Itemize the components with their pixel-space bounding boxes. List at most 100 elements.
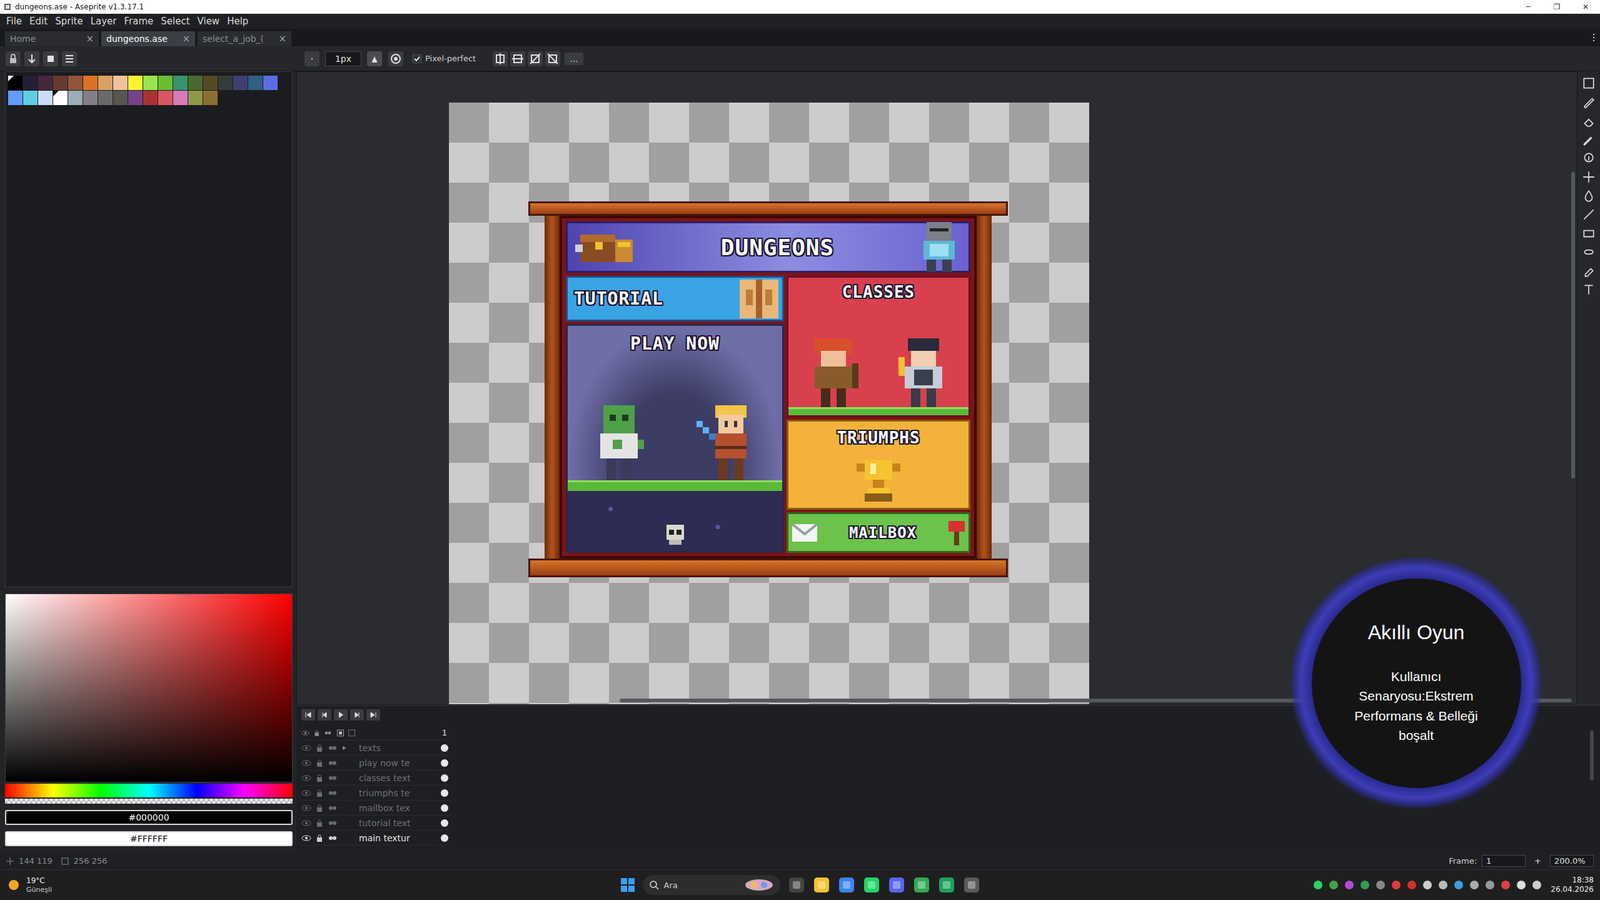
palette-swatch[interactable] xyxy=(23,90,38,106)
lock-icon[interactable] xyxy=(315,788,324,798)
sort-down-icon[interactable] xyxy=(23,50,41,67)
brush-size-field[interactable]: 1px xyxy=(325,51,362,67)
lock-icon[interactable] xyxy=(313,728,321,738)
layer-row[interactable]: main textur xyxy=(301,830,452,846)
tray-icon[interactable] xyxy=(1312,879,1324,891)
previous-frame-icon[interactable] xyxy=(317,709,332,721)
palette-swatch[interactable] xyxy=(113,90,128,106)
document-tab[interactable]: Home× xyxy=(5,31,99,47)
tool-icon[interactable] xyxy=(1581,226,1596,241)
taskbar-app-icon[interactable] xyxy=(862,875,881,894)
lock-icon[interactable] xyxy=(315,803,324,813)
palette-swatch[interactable] xyxy=(98,90,113,106)
tray-icon[interactable] xyxy=(1343,879,1355,891)
link-icon[interactable] xyxy=(327,773,338,783)
palette-swatch[interactable] xyxy=(53,90,68,106)
last-frame-icon[interactable] xyxy=(366,709,381,721)
tool-icon[interactable] xyxy=(1581,207,1596,222)
next-frame-icon[interactable] xyxy=(350,709,364,721)
hue-slider[interactable] xyxy=(5,783,293,798)
continuous-icon[interactable] xyxy=(323,728,333,738)
window-control-button[interactable]: ✕ xyxy=(1571,0,1600,14)
palette-swatch[interactable] xyxy=(128,90,143,106)
menu-item[interactable]: Frame xyxy=(120,15,158,27)
cel[interactable] xyxy=(437,804,452,812)
triumphs-button[interactable]: TRIUMPHS xyxy=(786,419,971,510)
palette-swatch[interactable] xyxy=(98,75,113,91)
palette-swatch[interactable] xyxy=(173,75,188,91)
palette-swatch[interactable] xyxy=(68,75,83,91)
taskbar-app-icon[interactable] xyxy=(937,875,956,894)
tray-icon[interactable] xyxy=(1453,879,1465,891)
tool-icon[interactable] xyxy=(1581,170,1596,184)
palette-swatch[interactable] xyxy=(203,90,218,106)
tab-close-button[interactable]: × xyxy=(181,33,191,45)
vertical-scrollbar[interactable] xyxy=(1571,171,1575,479)
taskbar-search[interactable]: Ara xyxy=(642,874,781,895)
palette-swatch[interactable] xyxy=(233,75,248,91)
palette-swatch[interactable] xyxy=(83,90,98,106)
symmetry-diagonal-icon[interactable] xyxy=(527,50,544,67)
palette-swatch[interactable] xyxy=(158,75,173,91)
brush-type-icon[interactable] xyxy=(303,50,321,67)
eye-icon[interactable] xyxy=(301,774,312,782)
menu-item[interactable]: Select xyxy=(156,15,194,27)
more-button[interactable]: ... xyxy=(564,52,583,66)
palette-swatch[interactable] xyxy=(23,75,38,91)
window-control-button[interactable]: ─ xyxy=(1513,0,1543,14)
tool-icon[interactable] xyxy=(1581,282,1596,297)
tool-icon[interactable] xyxy=(1581,76,1596,91)
tray-icon[interactable] xyxy=(1515,879,1527,891)
tool-icon[interactable] xyxy=(1581,245,1596,259)
link-icon[interactable] xyxy=(327,818,338,828)
tray-icon[interactable] xyxy=(1328,879,1340,891)
onion-skin-icon[interactable] xyxy=(336,727,345,738)
cel[interactable] xyxy=(437,789,452,797)
palette-swatch[interactable] xyxy=(53,75,68,91)
tool-icon[interactable] xyxy=(1581,151,1596,166)
lock-icon[interactable] xyxy=(315,773,324,783)
windows-start-icon[interactable] xyxy=(620,877,636,893)
palette-swatch[interactable] xyxy=(8,90,23,106)
palette-menu-icon[interactable] xyxy=(61,50,78,67)
palette-swatch[interactable] xyxy=(38,75,53,91)
lock-icon[interactable] xyxy=(315,743,324,753)
tab-close-button[interactable]: × xyxy=(278,33,287,45)
palette-square-icon[interactable] xyxy=(42,50,59,67)
tray-icon[interactable] xyxy=(1374,879,1387,891)
tray-icon[interactable] xyxy=(1406,879,1418,891)
palette-swatch[interactable] xyxy=(143,75,158,91)
layer-row[interactable]: texts xyxy=(301,740,452,756)
palette-swatch[interactable] xyxy=(188,90,203,106)
cel[interactable] xyxy=(437,759,452,767)
mailbox-button[interactable]: MAILBOX xyxy=(786,512,971,553)
tray-icon[interactable] xyxy=(1468,879,1480,891)
first-frame-icon[interactable] xyxy=(301,709,316,721)
background-color-field[interactable]: #FFFFFF xyxy=(5,830,293,846)
frame-field[interactable]: 1 xyxy=(1481,854,1526,867)
tray-icon[interactable] xyxy=(1437,879,1449,891)
menu-item[interactable]: File xyxy=(2,15,26,27)
link-icon[interactable] xyxy=(327,743,338,753)
add-frame-button[interactable]: + xyxy=(1530,855,1545,866)
palette-swatch[interactable] xyxy=(263,75,278,91)
menu-item[interactable]: Sprite xyxy=(51,15,87,27)
ink-icon[interactable] xyxy=(366,50,383,67)
menu-item[interactable]: View xyxy=(193,15,224,27)
eye-icon[interactable] xyxy=(301,789,312,797)
tool-icon[interactable] xyxy=(1581,113,1596,128)
eye-icon[interactable] xyxy=(301,759,312,767)
taskbar-app-icon[interactable] xyxy=(962,875,981,894)
weather-widget[interactable]: 19°CGüneşli xyxy=(6,875,621,894)
document-tab[interactable]: dungeons.ase× xyxy=(101,31,196,47)
tutorial-button[interactable]: TUTORIAL xyxy=(565,275,785,322)
palette-swatch[interactable] xyxy=(68,90,83,106)
symmetry-horizontal-icon[interactable] xyxy=(509,50,526,67)
menu-item[interactable]: Layer xyxy=(86,15,121,27)
play-icon[interactable] xyxy=(333,709,348,721)
cel[interactable] xyxy=(437,834,452,842)
timeline-scrollbar[interactable] xyxy=(1589,730,1594,781)
palette-swatch[interactable] xyxy=(248,75,263,91)
checkbox-icon[interactable] xyxy=(412,54,422,64)
link-icon[interactable] xyxy=(327,803,338,813)
